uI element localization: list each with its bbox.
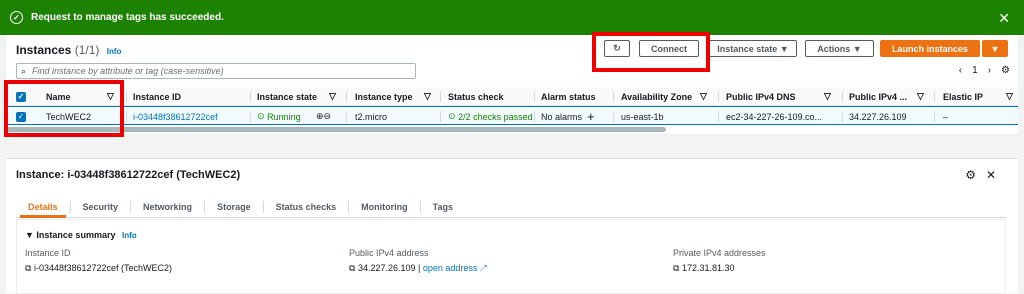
- col-instance-id[interactable]: Instance ID: [133, 87, 181, 106]
- cell-instance-id[interactable]: i-03448f38612722cef: [133, 107, 218, 126]
- tab-details[interactable]: Details: [16, 200, 71, 218]
- filter-icon[interactable]: ▽: [424, 87, 431, 106]
- actions-button[interactable]: Actions ▼: [805, 40, 874, 57]
- running-icon: ⊙: [257, 111, 265, 121]
- settings-gear-icon[interactable]: ⚙: [965, 168, 976, 182]
- cell-eip: –: [943, 111, 949, 122]
- search-icon: ⌕: [21, 65, 27, 76]
- tab-monitoring[interactable]: Monitoring: [349, 200, 421, 213]
- cell-state: ⊙ Running: [257, 111, 301, 122]
- col-alarm-status[interactable]: Alarm status: [541, 87, 596, 106]
- tab-networking[interactable]: Networking: [131, 200, 206, 213]
- col-public-ipv4[interactable]: Public IPv4 ...: [849, 87, 907, 106]
- zoom-icons[interactable]: ⊕⊖: [316, 107, 331, 126]
- summary-heading[interactable]: ▼ Instance summary Info: [25, 230, 137, 240]
- col-elastic-ip[interactable]: Elastic IP: [943, 87, 983, 106]
- check-icon: ⊙: [448, 111, 456, 121]
- detail-tabs: Details Security Networking Storage Stat…: [16, 196, 1006, 218]
- pagination: ‹ 1 › ⚙: [959, 65, 1010, 76]
- external-link-icon: ↗: [479, 263, 488, 273]
- col-instance-type[interactable]: Instance type: [355, 87, 413, 106]
- tab-storage[interactable]: Storage: [205, 200, 264, 213]
- field-instance-id: Instance ID ⧉ i-03448f38612722cef (TechW…: [25, 248, 173, 273]
- filter-icon[interactable]: ▽: [329, 87, 336, 106]
- close-icon[interactable]: ✕: [986, 168, 996, 182]
- info-link[interactable]: Info: [107, 47, 122, 56]
- copy-icon[interactable]: ⧉: [349, 263, 355, 273]
- cell-dns: ec2-34-227-26-109.co...: [726, 111, 823, 122]
- page-title: Instances (1/1) Info: [16, 43, 122, 57]
- field-private-ip: Private IPv4 addresses ⧉ 172.31.81.30: [673, 248, 766, 273]
- col-availability-zone[interactable]: Availability Zone: [621, 87, 692, 106]
- tab-tags[interactable]: Tags: [421, 201, 465, 213]
- settings-gear-icon[interactable]: ⚙: [1001, 65, 1010, 76]
- launch-dropdown-button[interactable]: ▼: [982, 40, 1008, 57]
- success-flashbar: ✓ Request to manage tags has succeeded. …: [0, 0, 1024, 35]
- detail-panel: Instance: i-03448f38612722cef (TechWEC2)…: [6, 158, 1018, 294]
- col-status-check[interactable]: Status check: [448, 87, 504, 106]
- page-number[interactable]: 1: [972, 65, 978, 76]
- cell-type: t2.micro: [355, 111, 388, 122]
- annotation-box: [592, 32, 710, 72]
- cell-ip: 34.227.26.109: [849, 111, 907, 122]
- filter-icon[interactable]: ▽: [700, 87, 707, 106]
- check-circle-icon: ✓: [10, 11, 23, 24]
- instance-summary: ▼ Instance summary Info Instance ID ⧉ i-…: [16, 219, 1006, 294]
- cell-az: us-east-1b: [621, 111, 664, 122]
- add-alarm-icon[interactable]: +: [587, 109, 595, 124]
- filter-icon[interactable]: ▽: [824, 87, 831, 106]
- filter-icon[interactable]: ▽: [1006, 87, 1013, 106]
- col-public-dns[interactable]: Public IPv4 DNS: [726, 87, 796, 106]
- cell-alarm: No alarms +: [541, 109, 595, 124]
- copy-icon[interactable]: ⧉: [673, 263, 679, 273]
- open-address-link[interactable]: open address: [423, 263, 478, 273]
- launch-instances-button[interactable]: Launch instances: [880, 40, 980, 57]
- table-header: ✓ Name ▽ Instance ID Instance state ▽ In…: [6, 87, 1018, 106]
- flash-message: Request to manage tags has succeeded.: [31, 12, 224, 23]
- cell-status: ⊙ 2/2 checks passed: [448, 111, 533, 122]
- close-icon[interactable]: ✕: [998, 10, 1010, 27]
- copy-icon[interactable]: ⧉: [25, 263, 31, 273]
- instance-state-button[interactable]: Instance state ▼: [709, 40, 797, 57]
- col-instance-state[interactable]: Instance state: [257, 87, 317, 106]
- table-row[interactable]: ✓ TechWEC2 i-03448f38612722cef ⊙ Running…: [6, 106, 1018, 125]
- field-public-ip: Public IPv4 address ⧉ 34.227.26.109 | op…: [349, 248, 488, 273]
- tab-status-checks[interactable]: Status checks: [264, 200, 350, 213]
- detail-title: Instance: i-03448f38612722cef (TechWEC2): [16, 169, 241, 181]
- tab-security[interactable]: Security: [71, 200, 132, 213]
- next-page-icon[interactable]: ›: [988, 65, 991, 76]
- filter-icon[interactable]: ▽: [917, 87, 924, 106]
- prev-page-icon[interactable]: ‹: [959, 65, 962, 76]
- annotation-box: [4, 80, 124, 137]
- search-input[interactable]: ⌕ Find instance by attribute or tag (cas…: [16, 63, 416, 79]
